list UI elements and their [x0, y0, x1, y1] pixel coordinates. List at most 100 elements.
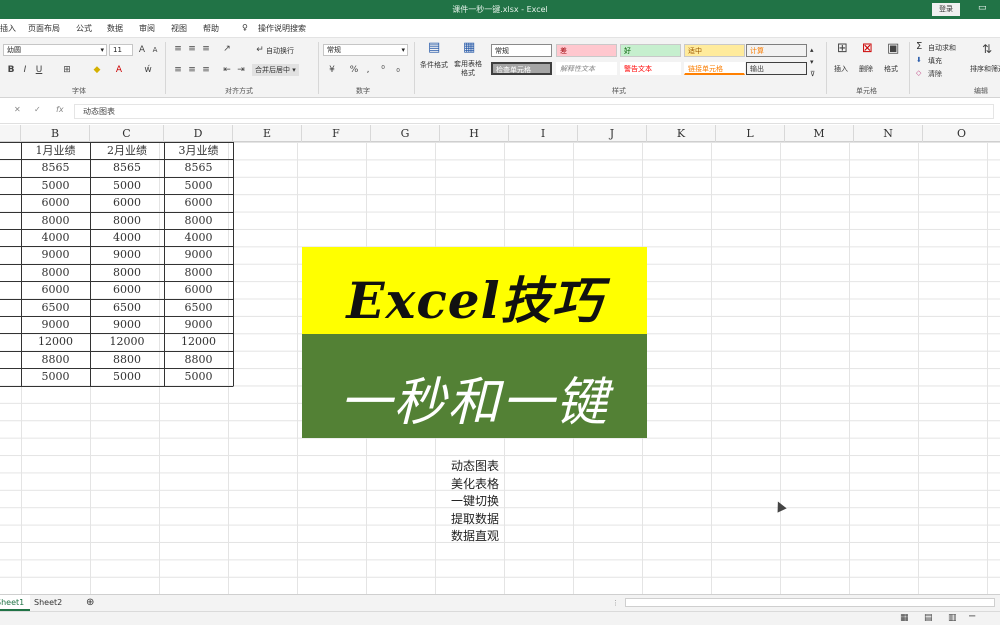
add-sheet-icon[interactable]: ⊕: [80, 595, 100, 611]
column-header[interactable]: J: [578, 125, 647, 142]
login-button[interactable]: 登录: [932, 3, 960, 16]
style-check-cell[interactable]: 检查单元格: [491, 62, 552, 75]
list-item[interactable]: 数据直观: [440, 527, 510, 544]
style-normal[interactable]: 常规: [491, 44, 552, 57]
italic-icon[interactable]: I: [20, 65, 30, 75]
table-format-button[interactable]: 套用表格格式: [451, 60, 485, 78]
search-tell-me[interactable]: 操作说明搜索: [258, 23, 306, 34]
align-center-icon[interactable]: ≡: [187, 65, 197, 75]
decrease-indent-icon[interactable]: ⇤: [222, 65, 232, 75]
phonetic-icon[interactable]: ẃ: [143, 65, 153, 75]
page-layout-view-icon[interactable]: ▤: [924, 613, 933, 623]
fill-down-icon: ⬇: [916, 56, 922, 64]
align-bottom-icon[interactable]: ≡: [201, 44, 211, 54]
font-name-value: 幼圆: [7, 46, 21, 54]
style-link-cell[interactable]: 链接单元格: [684, 62, 745, 75]
align-middle-icon[interactable]: ≡: [187, 44, 197, 54]
fill-button[interactable]: 填充: [928, 56, 942, 66]
conditional-format-button[interactable]: 条件格式: [418, 60, 450, 70]
insert-cells-button[interactable]: 插入: [834, 64, 848, 74]
column-header[interactable]: B: [21, 125, 90, 142]
font-color-icon[interactable]: A: [114, 65, 124, 75]
group-edit-label: 编辑: [974, 87, 988, 95]
column-header[interactable]: O: [923, 125, 1000, 142]
formula-input[interactable]: 动态图表: [74, 104, 994, 119]
wrap-text-button[interactable]: 自动换行: [266, 46, 294, 56]
cancel-icon[interactable]: ✕: [14, 105, 21, 114]
tab-split-handle[interactable]: ⋮: [612, 599, 619, 607]
orientation-icon[interactable]: ↗: [222, 44, 232, 54]
horizontal-scrollbar[interactable]: [625, 598, 995, 607]
border-icon[interactable]: ⊞: [62, 65, 72, 75]
styles-scroll-down-icon[interactable]: ▾: [810, 58, 814, 66]
tab-data[interactable]: 数据: [107, 23, 123, 34]
list-item[interactable]: 提取数据: [440, 510, 510, 527]
styles-scroll-up-icon[interactable]: ▴: [810, 46, 814, 54]
style-output[interactable]: 输出: [746, 62, 807, 75]
currency-icon[interactable]: ¥: [327, 65, 337, 75]
enter-icon[interactable]: ✓: [34, 105, 41, 114]
clear-button[interactable]: 清除: [928, 69, 942, 79]
increase-decimal-icon[interactable]: ⁰: [378, 65, 388, 75]
column-header[interactable]: L: [716, 125, 785, 142]
list-item[interactable]: 一键切换: [440, 492, 510, 509]
increase-font-icon[interactable]: A: [137, 45, 147, 55]
style-neutral[interactable]: 适中: [684, 44, 745, 57]
tab-page-layout[interactable]: 页面布局: [28, 23, 60, 34]
autosum-button[interactable]: 自动求和: [928, 43, 956, 53]
column-header[interactable]: I: [509, 125, 578, 142]
tab-view[interactable]: 视图: [171, 23, 187, 34]
style-explain[interactable]: 解释性文本: [556, 62, 617, 75]
style-good[interactable]: 好: [620, 44, 681, 57]
banner-title-box[interactable]: Excel技巧: [302, 247, 647, 334]
column-header[interactable]: C: [90, 125, 164, 142]
delete-cells-icon: ⊠: [862, 41, 873, 56]
sheet-tab-1[interactable]: Sheet1: [0, 595, 31, 611]
tab-review[interactable]: 审阅: [139, 23, 155, 34]
column-header[interactable]: H: [440, 125, 509, 142]
decrease-font-icon[interactable]: A: [150, 45, 160, 55]
column-header[interactable]: D: [164, 125, 233, 142]
styles-more-icon[interactable]: ⊽: [810, 70, 815, 78]
column-header[interactable]: K: [647, 125, 716, 142]
tab-insert[interactable]: 插入: [0, 23, 16, 34]
fx-icon[interactable]: fx: [56, 105, 64, 114]
decrease-decimal-icon[interactable]: ₀: [393, 65, 403, 75]
bold-icon[interactable]: B: [6, 65, 16, 75]
increase-indent-icon[interactable]: ⇥: [236, 65, 246, 75]
column-header[interactable]: M: [785, 125, 854, 142]
underline-icon[interactable]: U: [34, 65, 44, 75]
ribbon-display-icon[interactable]: ▭: [978, 3, 987, 13]
sort-filter-button[interactable]: 排序和筛选: [970, 64, 1000, 74]
page-break-view-icon[interactable]: ▥: [948, 613, 957, 623]
align-left-icon[interactable]: ≡: [173, 65, 183, 75]
column-header[interactable]: F: [302, 125, 371, 142]
font-name-select[interactable]: 幼圆 ▾: [3, 44, 107, 56]
column-header[interactable]: E: [233, 125, 302, 142]
sheet-tab-2[interactable]: Sheet2: [28, 595, 68, 611]
font-size-select[interactable]: 11: [109, 44, 133, 56]
format-cells-button[interactable]: 格式: [884, 64, 898, 74]
zoom-out-icon[interactable]: −: [968, 611, 976, 622]
tab-help[interactable]: 帮助: [203, 23, 219, 34]
merge-center-button[interactable]: 合并后居中 ▾: [252, 64, 299, 76]
style-warn[interactable]: 警告文本: [620, 62, 681, 75]
list-item[interactable]: 动态图表: [440, 457, 510, 474]
column-header-a[interactable]: [0, 125, 21, 142]
number-format-select[interactable]: 常规 ▾: [323, 44, 408, 56]
style-calc[interactable]: 计算: [746, 44, 807, 57]
list-item[interactable]: 美化表格: [440, 475, 510, 492]
fill-color-icon[interactable]: ◆: [92, 65, 102, 75]
comma-icon[interactable]: ,: [363, 65, 373, 75]
column-header[interactable]: N: [854, 125, 923, 142]
align-top-icon[interactable]: ≡: [173, 44, 183, 54]
normal-view-icon[interactable]: ▦: [900, 613, 909, 623]
delete-cells-button[interactable]: 删除: [859, 64, 873, 74]
align-right-icon[interactable]: ≡: [201, 65, 211, 75]
wrap-text-icon[interactable]: ↵: [255, 45, 265, 55]
tab-formulas[interactable]: 公式: [76, 23, 92, 34]
banner-subtitle-box[interactable]: 一秒和一键: [302, 334, 647, 438]
percent-icon[interactable]: %: [349, 65, 359, 75]
column-header[interactable]: G: [371, 125, 440, 142]
style-bad[interactable]: 差: [556, 44, 617, 57]
